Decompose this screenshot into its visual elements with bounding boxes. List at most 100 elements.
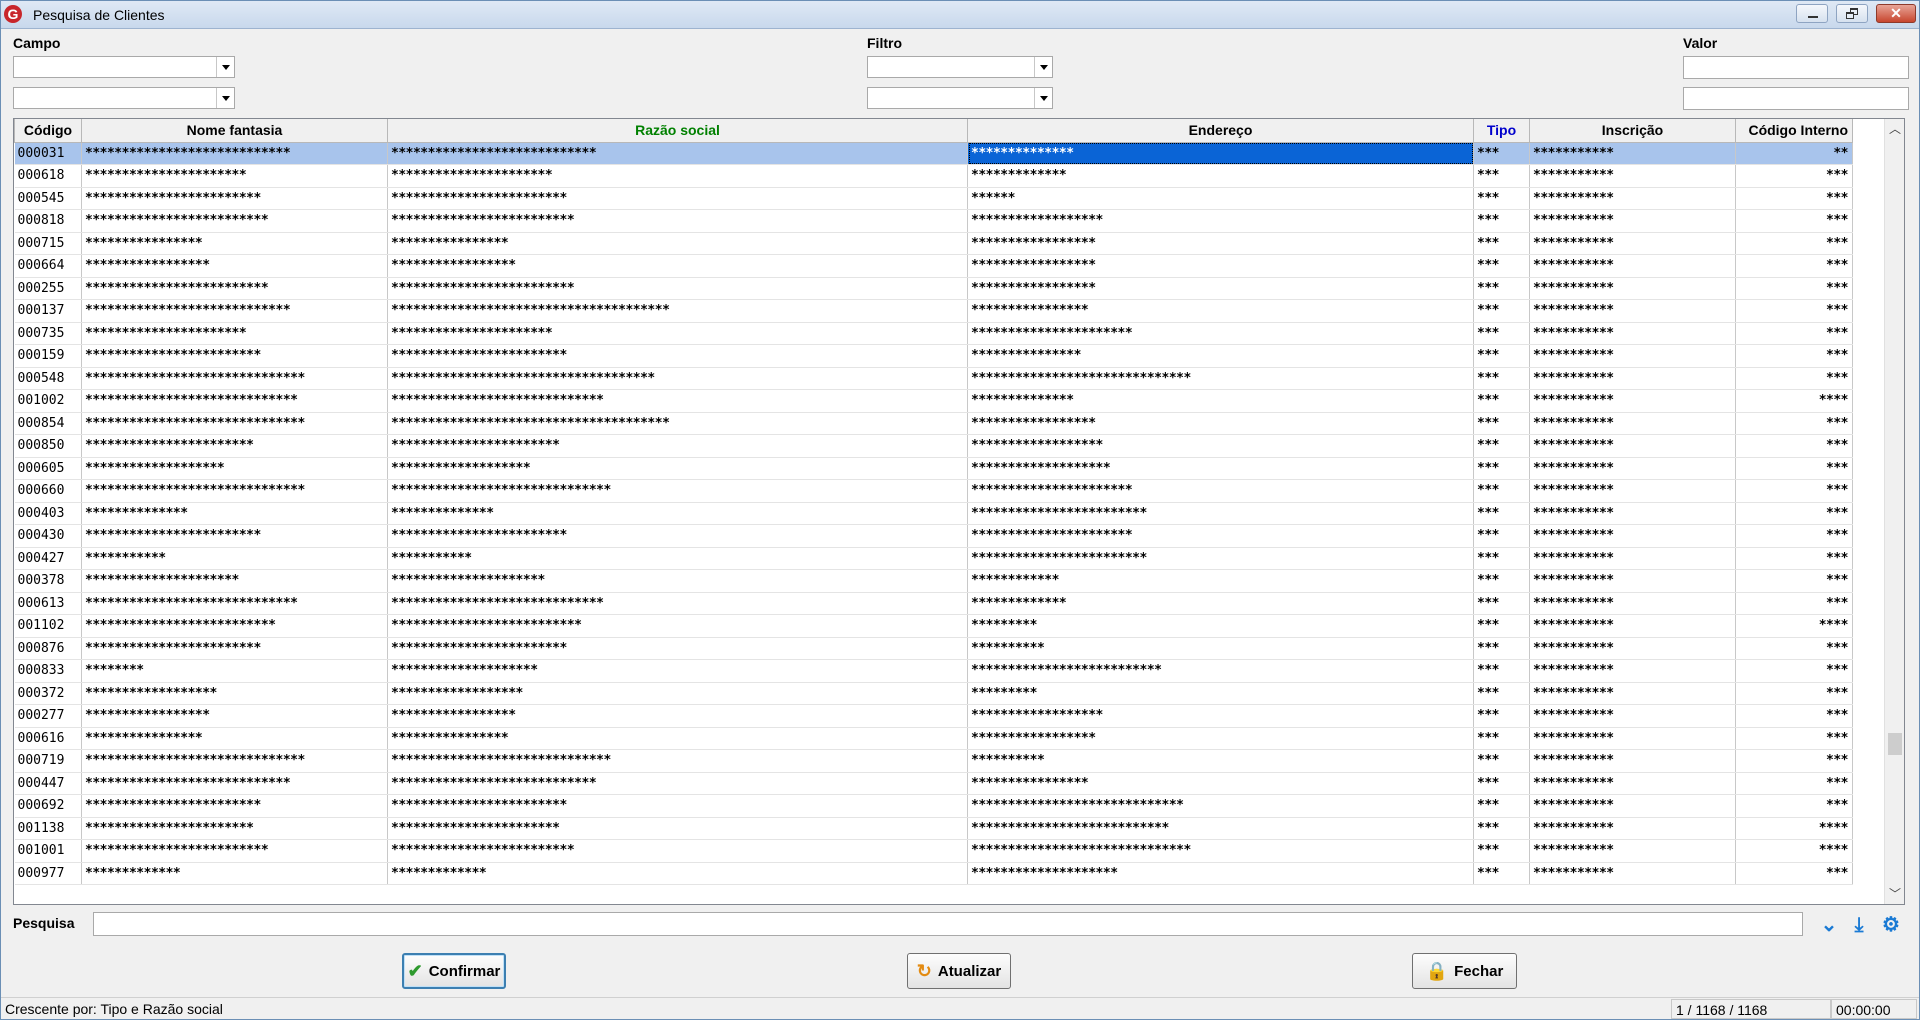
cell-codigo-interno[interactable]: *** bbox=[1735, 187, 1853, 210]
valor-input-1[interactable] bbox=[1683, 56, 1909, 79]
cell-razao-social[interactable]: ************** bbox=[387, 502, 968, 525]
cell-nome-fantasia[interactable]: ***************** bbox=[81, 254, 388, 278]
cell-codigo-interno[interactable]: *** bbox=[1735, 254, 1853, 278]
cell-razao-social[interactable]: **************** bbox=[387, 232, 968, 255]
filtro-select-1[interactable] bbox=[867, 56, 1053, 78]
cell-nome-fantasia[interactable]: *********************** bbox=[81, 434, 388, 458]
cell-nome-fantasia[interactable]: ***************************** bbox=[81, 389, 388, 413]
cell-inscricao[interactable]: *********** bbox=[1529, 727, 1736, 750]
cell-codigo[interactable]: 000613 bbox=[14, 592, 82, 615]
cell-razao-social[interactable]: ************************ bbox=[387, 794, 968, 818]
cell-nome-fantasia[interactable]: ********************* bbox=[81, 569, 388, 593]
cell-razao-social[interactable]: ********************** bbox=[387, 322, 968, 345]
cell-razao-social[interactable]: ***************** bbox=[387, 254, 968, 278]
cell-nome-fantasia[interactable]: ************* bbox=[81, 862, 388, 885]
cell-tipo[interactable]: *** bbox=[1473, 367, 1530, 390]
cell-endereco[interactable]: ********** bbox=[967, 749, 1474, 773]
cell-codigo-interno[interactable]: *** bbox=[1735, 682, 1853, 705]
cell-nome-fantasia[interactable]: **************** bbox=[81, 727, 388, 750]
cell-codigo[interactable]: 000850 bbox=[14, 434, 82, 458]
cell-endereco[interactable]: ***************** bbox=[967, 727, 1474, 750]
cell-codigo[interactable]: 000427 bbox=[14, 547, 82, 570]
cell-codigo-interno[interactable]: *** bbox=[1735, 547, 1853, 570]
chevron-down-icon[interactable] bbox=[216, 88, 234, 108]
cell-razao-social[interactable]: ***************** bbox=[387, 704, 968, 728]
cell-inscricao[interactable]: *********** bbox=[1529, 772, 1736, 795]
cell-endereco[interactable]: ***************** bbox=[967, 254, 1474, 278]
cell-nome-fantasia[interactable]: ********************** bbox=[81, 164, 388, 188]
table-row[interactable]: 000545 ************************ **********… bbox=[14, 187, 1853, 210]
chevron-down-icon[interactable] bbox=[1034, 88, 1052, 108]
cell-codigo[interactable]: 000277 bbox=[14, 704, 82, 728]
cell-endereco[interactable]: ****************** bbox=[967, 209, 1474, 233]
cell-tipo[interactable]: *** bbox=[1473, 479, 1530, 503]
cell-razao-social[interactable]: ************************************ bbox=[387, 367, 968, 390]
cell-codigo-interno[interactable]: *** bbox=[1735, 457, 1853, 480]
cell-codigo[interactable]: 000403 bbox=[14, 502, 82, 525]
table-row[interactable]: 000876 ************************ **********… bbox=[14, 637, 1853, 660]
cell-tipo[interactable]: *** bbox=[1473, 592, 1530, 615]
cell-codigo[interactable]: 000715 bbox=[14, 232, 82, 255]
cell-nome-fantasia[interactable]: ************************ bbox=[81, 187, 388, 210]
cell-tipo[interactable]: *** bbox=[1473, 412, 1530, 435]
cell-endereco[interactable]: ********* bbox=[967, 682, 1474, 705]
confirmar-button[interactable]: ✔ Confirmar bbox=[402, 953, 506, 989]
cell-inscricao[interactable]: *********** bbox=[1529, 862, 1736, 885]
col-header-codigo-interno[interactable]: Código Interno bbox=[1735, 119, 1853, 143]
cell-nome-fantasia[interactable]: ****************************** bbox=[81, 412, 388, 435]
cell-codigo[interactable]: 001102 bbox=[14, 614, 82, 638]
cell-codigo[interactable]: 000664 bbox=[14, 254, 82, 278]
cell-codigo-interno[interactable]: *** bbox=[1735, 412, 1853, 435]
cell-nome-fantasia[interactable]: ************************ bbox=[81, 344, 388, 368]
cell-endereco[interactable]: ************** bbox=[967, 142, 1474, 165]
cell-tipo[interactable]: *** bbox=[1473, 524, 1530, 548]
cell-tipo[interactable]: *** bbox=[1473, 749, 1530, 773]
cell-codigo-interno[interactable]: *** bbox=[1735, 344, 1853, 368]
cell-nome-fantasia[interactable]: ************************** bbox=[81, 614, 388, 638]
cell-razao-social[interactable]: ************************** bbox=[387, 614, 968, 638]
table-row[interactable]: 000427 *********** *********** ************… bbox=[14, 547, 1853, 570]
cell-razao-social[interactable]: ************************************** bbox=[387, 412, 968, 435]
cell-nome-fantasia[interactable]: *********************** bbox=[81, 817, 388, 840]
cell-codigo[interactable]: 000159 bbox=[14, 344, 82, 368]
cell-razao-social[interactable]: ************************* bbox=[387, 277, 968, 300]
cell-codigo[interactable]: 000818 bbox=[14, 209, 82, 233]
table-row[interactable]: 000977 ************* ************* ********… bbox=[14, 862, 1853, 885]
cell-nome-fantasia[interactable]: ************************* bbox=[81, 277, 388, 300]
cell-endereco[interactable]: *************** bbox=[967, 344, 1474, 368]
table-row[interactable]: 000137 **************************** ******… bbox=[14, 299, 1853, 323]
cell-inscricao[interactable]: *********** bbox=[1529, 322, 1736, 345]
cell-endereco[interactable]: ************** bbox=[967, 389, 1474, 413]
scrollbar-thumb[interactable] bbox=[1888, 733, 1902, 755]
cell-endereco[interactable]: ******************* bbox=[967, 457, 1474, 480]
cell-inscricao[interactable]: *********** bbox=[1529, 682, 1736, 705]
cell-inscricao[interactable]: *********** bbox=[1529, 817, 1736, 840]
table-row[interactable]: 000618 ********************** ************… bbox=[14, 164, 1853, 188]
cell-codigo-interno[interactable]: *** bbox=[1735, 232, 1853, 255]
cell-endereco[interactable]: ****** bbox=[967, 187, 1474, 210]
cell-razao-social[interactable]: ****************** bbox=[387, 682, 968, 705]
expand-all-icon[interactable]: ⤓ bbox=[1848, 914, 1870, 936]
cell-codigo-interno[interactable]: *** bbox=[1735, 592, 1853, 615]
cell-razao-social[interactable]: ******************* bbox=[387, 457, 968, 480]
cell-tipo[interactable]: *** bbox=[1473, 569, 1530, 593]
cell-razao-social[interactable]: ************************ bbox=[387, 187, 968, 210]
cell-codigo-interno[interactable]: **** bbox=[1735, 839, 1853, 863]
atualizar-button[interactable]: ↻ Atualizar bbox=[907, 953, 1011, 989]
table-row[interactable]: 000616 **************** **************** **… bbox=[14, 727, 1853, 750]
filtro-select-2[interactable] bbox=[867, 87, 1053, 109]
cell-endereco[interactable]: ******************** bbox=[967, 862, 1474, 885]
cell-codigo-interno[interactable]: *** bbox=[1735, 727, 1853, 750]
scroll-up-icon[interactable]: ︿ bbox=[1885, 119, 1904, 139]
cell-razao-social[interactable]: ************************ bbox=[387, 524, 968, 548]
table-row[interactable]: 001001 ************************* *********… bbox=[14, 839, 1853, 863]
cell-codigo[interactable]: 000378 bbox=[14, 569, 82, 593]
cell-razao-social[interactable]: *********************** bbox=[387, 434, 968, 458]
table-row[interactable]: 000850 *********************** ***********… bbox=[14, 434, 1853, 458]
campo-select-1[interactable] bbox=[13, 56, 235, 78]
cell-tipo[interactable]: *** bbox=[1473, 704, 1530, 728]
cell-inscricao[interactable]: *********** bbox=[1529, 704, 1736, 728]
cell-endereco[interactable]: ************* bbox=[967, 164, 1474, 188]
chevron-down-icon[interactable] bbox=[216, 57, 234, 77]
close-button[interactable]: ✕ bbox=[1876, 4, 1916, 23]
